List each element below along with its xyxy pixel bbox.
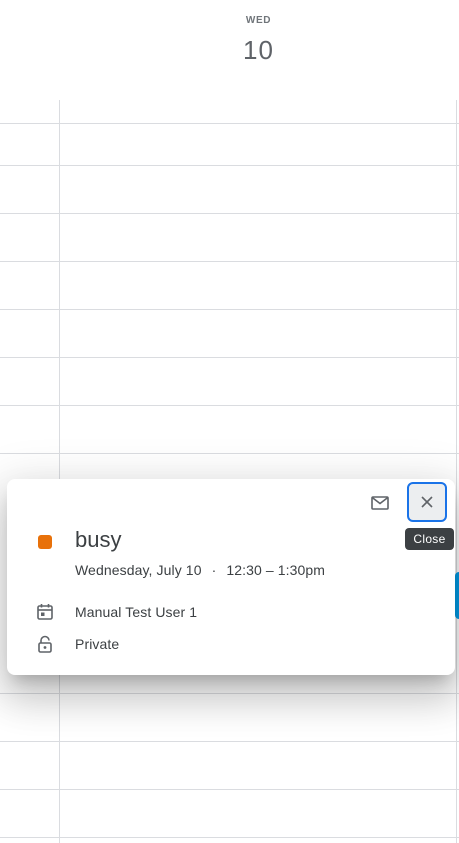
time-gutter-divider [59, 100, 60, 843]
hour-line [0, 789, 459, 790]
hour-line [0, 453, 459, 454]
event-visibility-row: Private [35, 632, 119, 656]
event-time: 12:30 – 1:30pm [226, 562, 326, 578]
hour-line [0, 123, 459, 124]
event-color-swatch [38, 535, 52, 549]
day-header: WED 10 [60, 0, 459, 100]
lock-icon [35, 634, 55, 654]
close-tooltip: Close [405, 528, 454, 550]
hour-line [0, 837, 459, 838]
day-column-divider [456, 100, 457, 843]
hour-line [0, 213, 459, 214]
event-calendar-row: Manual Test User 1 [35, 600, 197, 624]
hour-line [0, 165, 459, 166]
event-calendar-name: Manual Test User 1 [75, 604, 198, 620]
email-guests-button[interactable] [368, 491, 392, 515]
event-title: busy [75, 527, 122, 552]
close-icon [421, 496, 433, 508]
close-button[interactable] [407, 482, 447, 522]
hour-line [0, 309, 459, 310]
datetime-separator: · [211, 562, 217, 578]
event-datetime: Wednesday, July 10 · 12:30 – 1:30pm [75, 562, 325, 578]
calendar-icon [35, 602, 55, 622]
day-number[interactable]: 10 [60, 35, 457, 66]
event-visibility: Private [75, 636, 120, 652]
day-grid [0, 0, 459, 843]
event-details-popover: Close busy Wednesday, July 10 · 12:30 – 1:… [7, 479, 455, 675]
mail-icon [371, 496, 389, 510]
hour-line [0, 405, 459, 406]
event-chip[interactable] [455, 572, 459, 619]
event-date: Wednesday, July 10 [75, 562, 202, 578]
day-of-week: WED [245, 15, 272, 26]
hour-line [0, 693, 459, 694]
hour-line [0, 741, 459, 742]
hour-line [0, 261, 459, 262]
hour-line [0, 357, 459, 358]
